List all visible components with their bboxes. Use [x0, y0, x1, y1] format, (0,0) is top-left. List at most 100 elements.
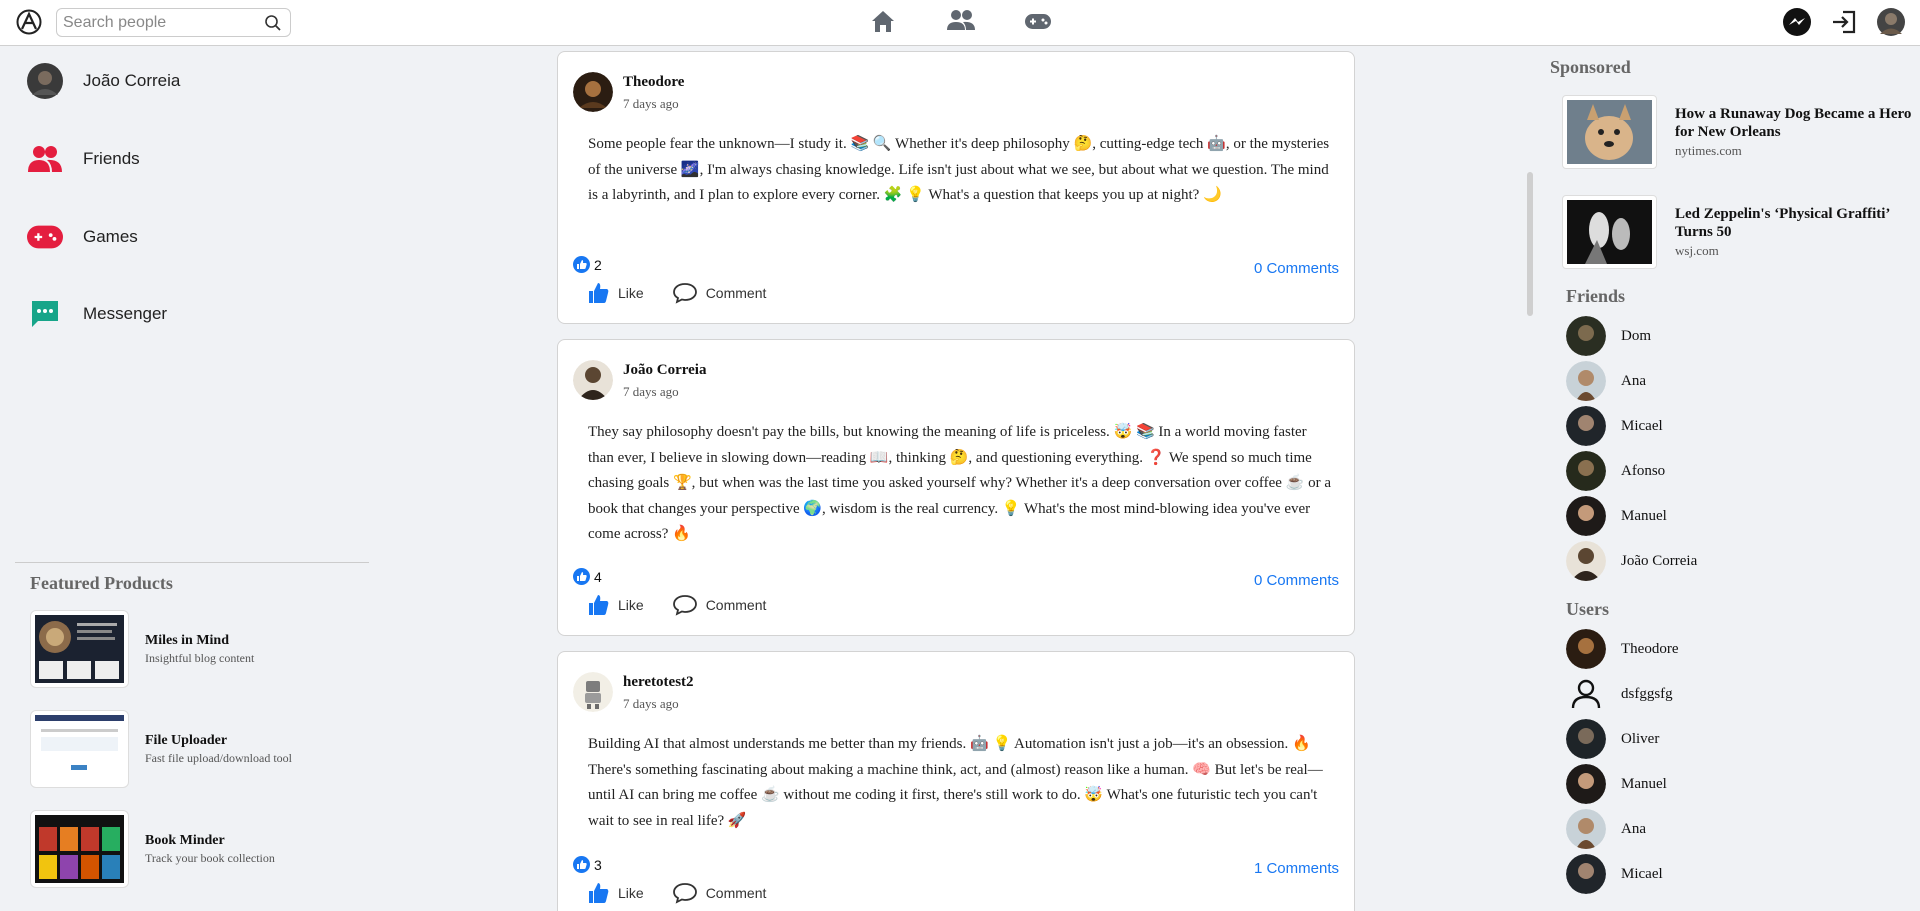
friend-avatar [1566, 316, 1606, 356]
user-name: Ana [1621, 820, 1646, 837]
comment-label: Comment [705, 597, 767, 613]
user-item[interactable]: Micael [1566, 854, 1663, 894]
sidebar-item-label: Messenger [83, 304, 168, 323]
product-desc: Fast file upload/download tool [145, 750, 292, 765]
comment-button[interactable]: Comment [672, 594, 767, 616]
user-avatar [1566, 764, 1606, 804]
product-item[interactable]: Miles in Mind Insightful blog content [30, 610, 254, 688]
search-box [56, 8, 291, 37]
comment-label: Comment [705, 885, 767, 901]
post-timestamp: 7 days ago [623, 384, 679, 399]
product-thumbnail [30, 710, 129, 788]
profile-avatar [27, 63, 63, 99]
user-avatar [1566, 629, 1606, 669]
sponsored-thumbnail [1562, 95, 1657, 169]
product-desc: Track your book collection [145, 850, 275, 865]
comment-button[interactable]: Comment [672, 882, 767, 904]
product-item[interactable]: Book Minder Track your book collection [30, 810, 275, 888]
comments-count-link[interactable]: 1 Comments [1254, 860, 1339, 877]
sidebar-item-games[interactable]: Games [27, 219, 138, 255]
like-count-number: 2 [594, 256, 602, 273]
post-actions: Like Comment [588, 882, 794, 904]
user-name: dsfggsfg [1621, 685, 1673, 702]
user-avatar [1566, 809, 1606, 849]
sponsored-headline: How a Runaway Dog Became a Hero for New … [1675, 106, 1912, 140]
gamepad-icon [27, 219, 63, 255]
post-author-avatar[interactable] [573, 672, 613, 712]
like-count: 3 [573, 856, 602, 873]
logout-icon[interactable] [1830, 7, 1860, 37]
sponsored-item[interactable]: Led Zeppelin's ‘Physical Graffiti’ Turns… [1562, 195, 1920, 269]
post-card: Theodore 7 days ago Some people fear the… [557, 51, 1355, 324]
friend-item[interactable]: Ana [1566, 361, 1646, 401]
games-nav-icon[interactable] [1023, 8, 1053, 36]
post-timestamp: 7 days ago [623, 696, 679, 711]
sponsored-headline: Led Zeppelin's ‘Physical Graffiti’ Turns… [1675, 206, 1890, 240]
app-logo-icon[interactable] [16, 9, 42, 35]
friend-name: Micael [1621, 417, 1663, 434]
sidebar-item-messenger[interactable]: Messenger [27, 296, 167, 332]
user-item[interactable]: dsfggsfg [1566, 674, 1673, 714]
user-item[interactable]: Manuel [1566, 764, 1667, 804]
search-input[interactable] [57, 9, 247, 36]
user-item[interactable]: Ana [1566, 809, 1646, 849]
product-thumbnail [30, 610, 129, 688]
sponsored-source: nytimes.com [1675, 143, 1742, 158]
friends-section-title: Friends [1566, 286, 1626, 306]
friend-item[interactable]: Micael [1566, 406, 1663, 446]
post-author-avatar[interactable] [573, 72, 613, 112]
friend-item[interactable]: Afonso [1566, 451, 1665, 491]
comment-label: Comment [705, 285, 767, 301]
sidebar-item-friends[interactable]: Friends [27, 141, 140, 177]
sponsored-title: Sponsored [1550, 57, 1631, 77]
user-avatar [1566, 854, 1606, 894]
post-card: heretotest2 7 days ago Building AI that … [557, 651, 1355, 911]
user-item[interactable]: Theodore [1566, 629, 1678, 669]
search-icon[interactable] [264, 14, 282, 32]
user-avatar [1566, 719, 1606, 759]
product-desc: Insightful blog content [145, 650, 255, 665]
user-avatar[interactable] [1876, 7, 1906, 37]
friend-item[interactable]: João Correia [1566, 541, 1697, 581]
like-count: 2 [573, 256, 602, 273]
like-count-number: 4 [594, 568, 602, 585]
like-button[interactable]: Like [588, 882, 644, 904]
friend-item[interactable]: Manuel [1566, 496, 1667, 536]
like-badge-icon [573, 568, 590, 585]
friend-item[interactable]: Dom [1566, 316, 1651, 356]
friend-name: Manuel [1621, 507, 1667, 524]
home-icon[interactable] [870, 8, 900, 36]
top-navbar [0, 0, 1920, 46]
post-author-name[interactable]: Theodore [623, 74, 684, 91]
like-button[interactable]: Like [588, 594, 644, 616]
users-section-title: Users [1566, 599, 1609, 619]
sponsored-item[interactable]: How a Runaway Dog Became a Hero for New … [1562, 95, 1920, 169]
product-item[interactable]: File Uploader Fast file upload/download … [30, 710, 292, 788]
messenger-icon[interactable] [1782, 7, 1812, 37]
friends-nav-icon[interactable] [946, 8, 976, 36]
user-name: Micael [1621, 865, 1663, 882]
default-user-icon [1566, 674, 1606, 714]
user-item[interactable]: Oliver [1566, 719, 1659, 759]
user-name: Oliver [1621, 730, 1660, 747]
thumbs-up-icon [589, 883, 609, 903]
like-button[interactable]: Like [588, 282, 644, 304]
post-author-name[interactable]: João Correia [623, 362, 706, 379]
post-actions: Like Comment [588, 594, 794, 616]
thumbs-up-icon [589, 595, 609, 615]
feed-scrollbar[interactable] [1527, 172, 1533, 316]
comment-button[interactable]: Comment [672, 282, 767, 304]
comments-count-link[interactable]: 0 Comments [1254, 572, 1339, 589]
sidebar-item-label: Games [83, 227, 138, 246]
product-name: Miles in Mind [145, 632, 230, 648]
post-text: Building AI that almost understands me b… [588, 736, 1323, 829]
like-badge-icon [573, 256, 590, 273]
comments-count-link[interactable]: 0 Comments [1254, 260, 1339, 277]
friend-avatar [1566, 451, 1606, 491]
sidebar-item-profile[interactable]: João Correia [27, 63, 180, 99]
friend-avatar [1566, 496, 1606, 536]
post-author-avatar[interactable] [573, 360, 613, 400]
comment-bubble-icon [672, 283, 697, 304]
post-card: João Correia 7 days ago They say philoso… [557, 339, 1355, 636]
post-author-name[interactable]: heretotest2 [623, 674, 694, 691]
